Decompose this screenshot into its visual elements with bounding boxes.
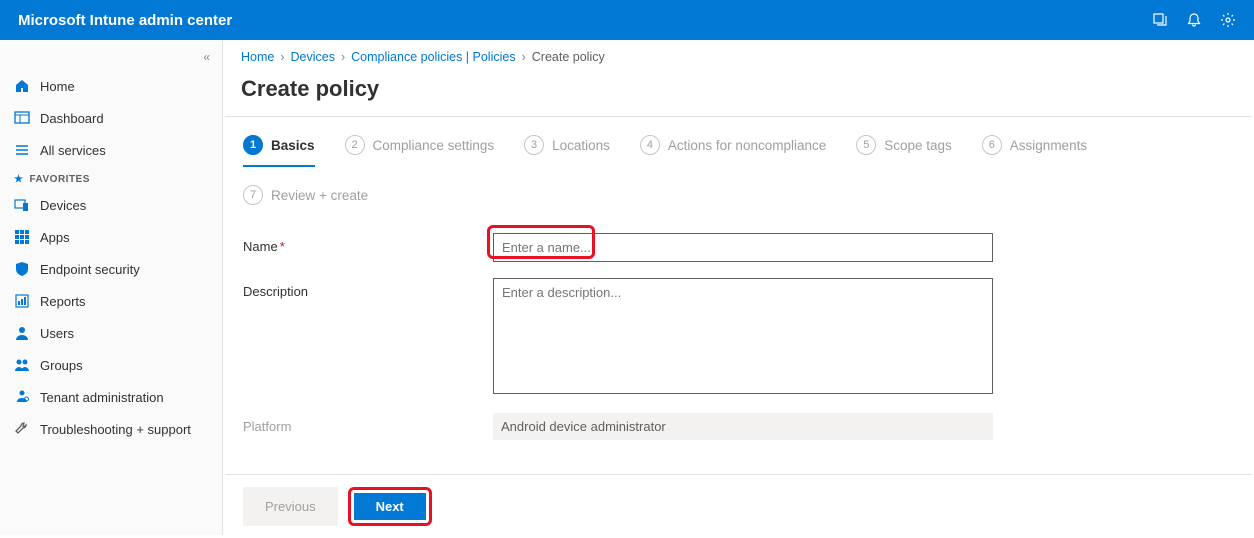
description-label: Description: [243, 278, 493, 299]
star-icon: ★: [14, 174, 23, 185]
wizard-step-assignments[interactable]: 6 Assignments: [982, 135, 1087, 155]
previous-button[interactable]: Previous: [243, 487, 338, 526]
notification-icon[interactable]: [1186, 12, 1202, 28]
sidebar-item-apps[interactable]: Apps: [0, 221, 222, 253]
groups-icon: [14, 357, 30, 373]
feedback-icon[interactable]: [1152, 12, 1168, 28]
breadcrumb: Home › Devices › Compliance policies | P…: [223, 40, 1254, 70]
user-icon: [14, 325, 30, 341]
wizard-steps: 1 Basics 2 Compliance settings 3 Locatio…: [225, 117, 1252, 215]
sidebar-label: Tenant administration: [40, 390, 164, 405]
tenant-icon: [14, 389, 30, 405]
home-icon: [14, 78, 30, 94]
sidebar-label: Devices: [40, 198, 86, 213]
sidebar-item-tenant-admin[interactable]: Tenant administration: [0, 381, 222, 413]
sidebar-label: Dashboard: [40, 111, 104, 126]
chevron-right-icon: ›: [280, 50, 284, 64]
footer-bar: Previous Next: [225, 474, 1252, 538]
sidebar-item-home[interactable]: Home: [0, 70, 222, 102]
settings-icon[interactable]: [1220, 12, 1236, 28]
sidebar-label: Groups: [40, 358, 83, 373]
wizard-step-compliance-settings[interactable]: 2 Compliance settings: [345, 135, 495, 155]
wizard-step-locations[interactable]: 3 Locations: [524, 135, 610, 155]
chevron-right-icon: ›: [522, 50, 526, 64]
sidebar-item-dashboard[interactable]: Dashboard: [0, 102, 222, 134]
sidebar-label: Apps: [40, 230, 70, 245]
devices-icon: [14, 197, 30, 213]
sidebar-label: Home: [40, 79, 75, 94]
chevron-right-icon: ›: [341, 50, 345, 64]
sidebar-label: Reports: [40, 294, 86, 309]
wizard-step-actions[interactable]: 4 Actions for noncompliance: [640, 135, 826, 155]
highlight-annotation: Next: [348, 487, 432, 526]
sidebar-collapse-icon[interactable]: «: [0, 44, 222, 70]
description-input[interactable]: [493, 278, 993, 394]
shield-icon: [14, 261, 30, 277]
list-icon: [14, 142, 30, 158]
sidebar-label: All services: [40, 143, 106, 158]
sidebar-item-all-services[interactable]: All services: [0, 134, 222, 166]
top-bar: Microsoft Intune admin center: [0, 0, 1254, 40]
main-content: Home › Devices › Compliance policies | P…: [223, 40, 1254, 535]
next-button[interactable]: Next: [354, 493, 426, 520]
platform-label: Platform: [243, 413, 493, 434]
wizard-step-review[interactable]: 7 Review + create: [243, 185, 368, 205]
dashboard-icon: [14, 110, 30, 126]
wizard-step-scope-tags[interactable]: 5 Scope tags: [856, 135, 952, 155]
breadcrumb-devices[interactable]: Devices: [291, 50, 335, 64]
reports-icon: [14, 293, 30, 309]
wrench-icon: [14, 421, 30, 437]
app-title: Microsoft Intune admin center: [18, 12, 232, 29]
breadcrumb-current: Create policy: [532, 50, 605, 64]
sidebar-label: Endpoint security: [40, 262, 140, 277]
name-label: Name*: [243, 233, 493, 254]
sidebar-label: Troubleshooting + support: [40, 422, 191, 437]
breadcrumb-home[interactable]: Home: [241, 50, 274, 64]
sidebar-item-troubleshooting[interactable]: Troubleshooting + support: [0, 413, 222, 445]
favorites-header: ★ FAVORITES: [0, 166, 222, 189]
name-input[interactable]: [493, 233, 993, 262]
platform-value: Android device administrator: [493, 413, 993, 440]
wizard-step-basics[interactable]: 1 Basics: [243, 135, 315, 167]
sidebar-item-reports[interactable]: Reports: [0, 285, 222, 317]
sidebar-item-users[interactable]: Users: [0, 317, 222, 349]
apps-icon: [14, 229, 30, 245]
sidebar: « Home Dashboard All services ★ FAVORITE…: [0, 40, 223, 535]
page-title: Create policy: [223, 70, 1254, 116]
sidebar-item-devices[interactable]: Devices: [0, 189, 222, 221]
sidebar-label: Users: [40, 326, 74, 341]
required-indicator: *: [280, 239, 285, 254]
sidebar-item-groups[interactable]: Groups: [0, 349, 222, 381]
breadcrumb-compliance[interactable]: Compliance policies | Policies: [351, 50, 515, 64]
sidebar-item-endpoint-security[interactable]: Endpoint security: [0, 253, 222, 285]
